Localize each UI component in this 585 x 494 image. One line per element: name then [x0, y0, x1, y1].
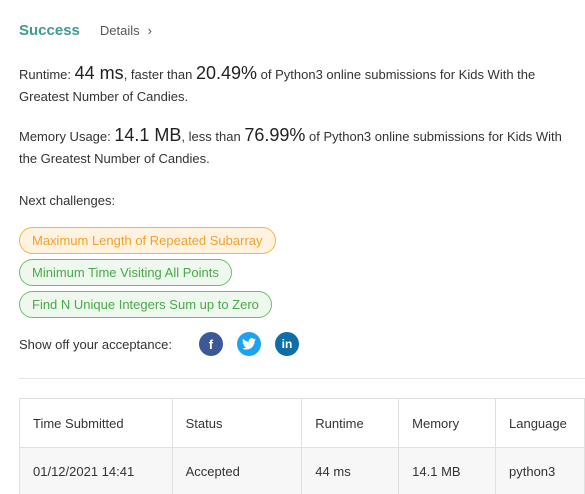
memory-mid: , less than — [181, 129, 241, 144]
col-header-status: Status — [171, 398, 303, 448]
details-link[interactable]: Details › — [100, 23, 152, 38]
linkedin-icon[interactable]: in — [274, 332, 299, 356]
cell-language: python3 — [495, 447, 585, 494]
col-header-language: Language — [495, 398, 585, 448]
challenge-link-easy[interactable]: Find N Unique Integers Sum up to Zero — [19, 291, 272, 318]
cell-time: 01/12/2021 14:41 — [19, 447, 173, 494]
memory-percent: 76.99% — [244, 125, 306, 145]
cell-status-link[interactable]: Accepted — [171, 447, 303, 494]
result-header: Success Details › — [19, 22, 152, 39]
share-label: Show off your acceptance: — [19, 336, 172, 352]
memory-value: 14.1 MB — [114, 125, 182, 145]
challenge-link-medium[interactable]: Maximum Length of Repeated Subarray — [19, 227, 276, 254]
runtime-percent: 20.49% — [195, 63, 258, 83]
table-header-row: Time Submitted Status Runtime Memory Lan… — [19, 398, 585, 448]
cell-memory: 14.1 MB — [398, 447, 496, 494]
next-challenges-label: Next challenges: — [19, 193, 116, 208]
challenge-link-easy[interactable]: Minimum Time Visiting All Points — [19, 259, 232, 286]
memory-label: Memory Usage: — [19, 129, 111, 144]
runtime-stat: Runtime: 44 ms, faster than 20.49% of Py… — [19, 62, 579, 108]
submissions-table: Time Submitted Status Runtime Memory Lan… — [19, 398, 585, 494]
col-header-time: Time Submitted — [19, 398, 173, 448]
runtime-value: 44 ms — [74, 63, 124, 83]
share-icons: f in — [198, 332, 313, 356]
twitter-icon[interactable] — [236, 332, 261, 356]
col-header-runtime: Runtime — [301, 398, 400, 448]
chevron-right-icon: › — [147, 23, 152, 38]
col-header-memory: Memory — [398, 398, 496, 448]
cell-runtime: 44 ms — [301, 447, 400, 494]
runtime-label: Runtime: — [19, 67, 72, 82]
details-label: Details — [99, 23, 140, 38]
twitter-bird-glyph — [241, 338, 256, 350]
facebook-icon[interactable]: f — [198, 332, 223, 356]
status-title: Success — [19, 22, 80, 39]
memory-stat: Memory Usage: 14.1 MB, less than 76.99% … — [19, 124, 579, 170]
table-row[interactable]: 01/12/2021 14:41 Accepted 44 ms 14.1 MB … — [19, 447, 585, 494]
share-section: Show off your acceptance: f in — [19, 332, 313, 356]
divider — [19, 378, 585, 379]
runtime-mid: , faster than — [123, 67, 193, 82]
